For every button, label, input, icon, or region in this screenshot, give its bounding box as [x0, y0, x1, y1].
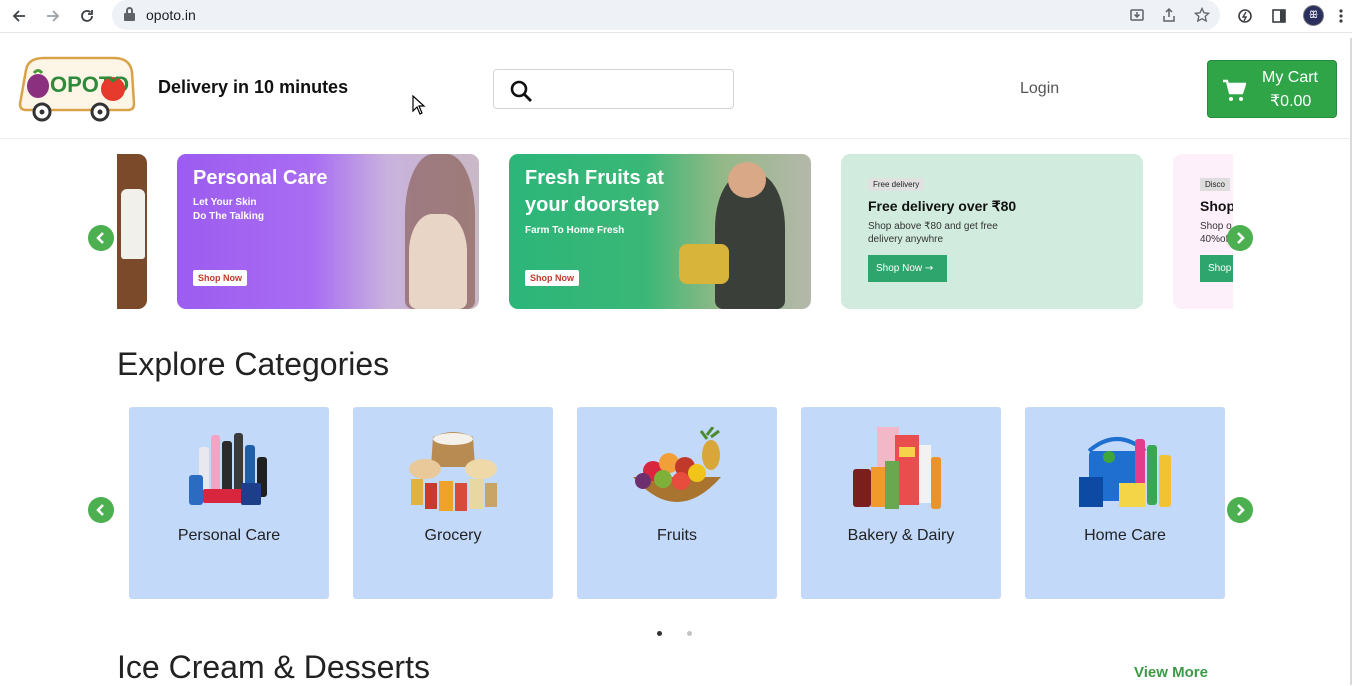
categories-prev-arrow-icon[interactable]: [88, 497, 114, 523]
forward-arrow-icon[interactable]: [41, 4, 65, 28]
site-header: OPOTO Delivery in 10 minutes Login My Ca…: [0, 38, 1350, 139]
url-text: opoto.in: [146, 7, 196, 23]
cart-label: My Cart: [1262, 69, 1318, 86]
banner-discount-partial[interactable]: Disco Shop Shop o 40%of Shop: [1173, 154, 1233, 309]
grocery-products-image: [409, 432, 497, 511]
delivery-tagline: Delivery in 10 minutes: [158, 77, 349, 97]
banner-fresh-fruits[interactable]: Fresh Fruits at your doorstep Farm To Ho…: [509, 154, 811, 309]
carousel-dot[interactable]: [687, 631, 692, 636]
bakery-dairy-products-image: [853, 427, 941, 509]
share-icon[interactable]: [1158, 4, 1180, 26]
shop-now-button[interactable]: Shop Now: [525, 270, 579, 286]
banner-prev-arrow-icon[interactable]: [88, 225, 114, 251]
shop-now-button[interactable]: Shop Now: [193, 270, 247, 286]
banner-title: Shop: [1200, 198, 1233, 214]
view-more-link[interactable]: View More: [1134, 664, 1208, 681]
banner-title-line1: Fresh Fruits at: [525, 167, 664, 189]
banner-title-line2: your doorstep: [525, 194, 660, 216]
menu-kebab-icon[interactable]: [1330, 5, 1352, 27]
category-card-fruits[interactable]: Fruits: [577, 407, 777, 599]
lock-icon: [124, 7, 135, 21]
bookmark-star-icon[interactable]: [1191, 4, 1213, 26]
arrow-right-icon: →: [924, 263, 934, 274]
banner-free-delivery[interactable]: Free delivery Free delivery over ₹80 Sho…: [841, 154, 1143, 309]
shopping-cart-icon: [1223, 79, 1246, 101]
banner-tag: Disco: [1200, 178, 1231, 191]
search-box[interactable]: [493, 69, 734, 109]
category-label: Personal Care: [177, 527, 281, 544]
carousel-dot-active[interactable]: [657, 631, 662, 636]
banner-tag: Free delivery: [868, 178, 925, 191]
category-card-personal-care[interactable]: Personal Care: [129, 407, 329, 599]
shop-now-button[interactable]: Shop Now →: [868, 255, 947, 282]
fruit-basket-image: [633, 427, 721, 502]
banner-title: Free delivery over ₹80: [868, 198, 1017, 214]
opoto-logo[interactable]: OPOTO: [18, 56, 136, 122]
banner-subtitle: Shop above ₹80 and get free delivery any…: [868, 221, 998, 245]
avatar-glyph: ꕥ: [1308, 10, 1319, 21]
install-icon[interactable]: [1126, 4, 1148, 26]
mouse-cursor-icon: [412, 95, 426, 115]
explore-categories-heading: Explore Categories: [117, 346, 390, 382]
category-card-grocery[interactable]: Grocery: [353, 407, 553, 599]
cart-total: ₹0.00: [1270, 93, 1312, 110]
banner-carousel: Personal Care Let Your Skin Do The Talki…: [117, 153, 1233, 313]
banner-fruit-basket: [679, 244, 729, 284]
banner-personal-care[interactable]: Personal Care Let Your Skin Do The Talki…: [177, 154, 479, 309]
back-arrow-icon[interactable]: [7, 4, 31, 28]
home-care-products-image: [1079, 437, 1171, 507]
banner-partial-left[interactable]: [117, 154, 147, 309]
shop-button[interactable]: Shop: [1200, 255, 1233, 282]
ice-cream-desserts-heading: Ice Cream & Desserts: [117, 649, 430, 685]
login-link[interactable]: Login: [1020, 80, 1059, 98]
banner-woman-top: [409, 214, 467, 309]
reload-icon[interactable]: [75, 4, 99, 28]
shop-now-label: Shop Now: [876, 263, 923, 274]
category-card-bakery-dairy[interactable]: Bakery & Dairy: [801, 407, 1001, 599]
browser-toolbar: opoto.in ꕥ: [0, 0, 1352, 33]
profile-avatar[interactable]: ꕥ: [1303, 5, 1324, 26]
milk-bottle-image: [121, 189, 145, 259]
personal-care-products-image: [189, 433, 267, 505]
category-label: Bakery & Dairy: [847, 527, 955, 544]
banner-subtitle-line2: Do The Talking: [193, 211, 264, 222]
extensions-icon[interactable]: [1234, 5, 1256, 27]
category-label: Fruits: [657, 527, 697, 544]
address-bar[interactable]: opoto.in: [112, 0, 1220, 30]
banner-title: Personal Care: [193, 167, 328, 189]
search-input[interactable]: [538, 78, 723, 100]
category-label: Grocery: [424, 527, 482, 544]
banner-next-arrow-icon[interactable]: [1227, 225, 1253, 251]
categories-next-arrow-icon[interactable]: [1227, 497, 1253, 523]
search-icon[interactable]: [509, 79, 533, 103]
category-label: Home Care: [1084, 527, 1166, 544]
side-panel-icon[interactable]: [1268, 5, 1290, 27]
banner-subtitle: Farm To Home Fresh: [525, 225, 625, 236]
category-card-home-care[interactable]: Home Care: [1025, 407, 1225, 599]
banner-man-head: [728, 162, 766, 198]
banner-subtitle-line1: Let Your Skin: [193, 197, 257, 208]
my-cart-button[interactable]: My Cart ₹0.00: [1207, 60, 1337, 118]
